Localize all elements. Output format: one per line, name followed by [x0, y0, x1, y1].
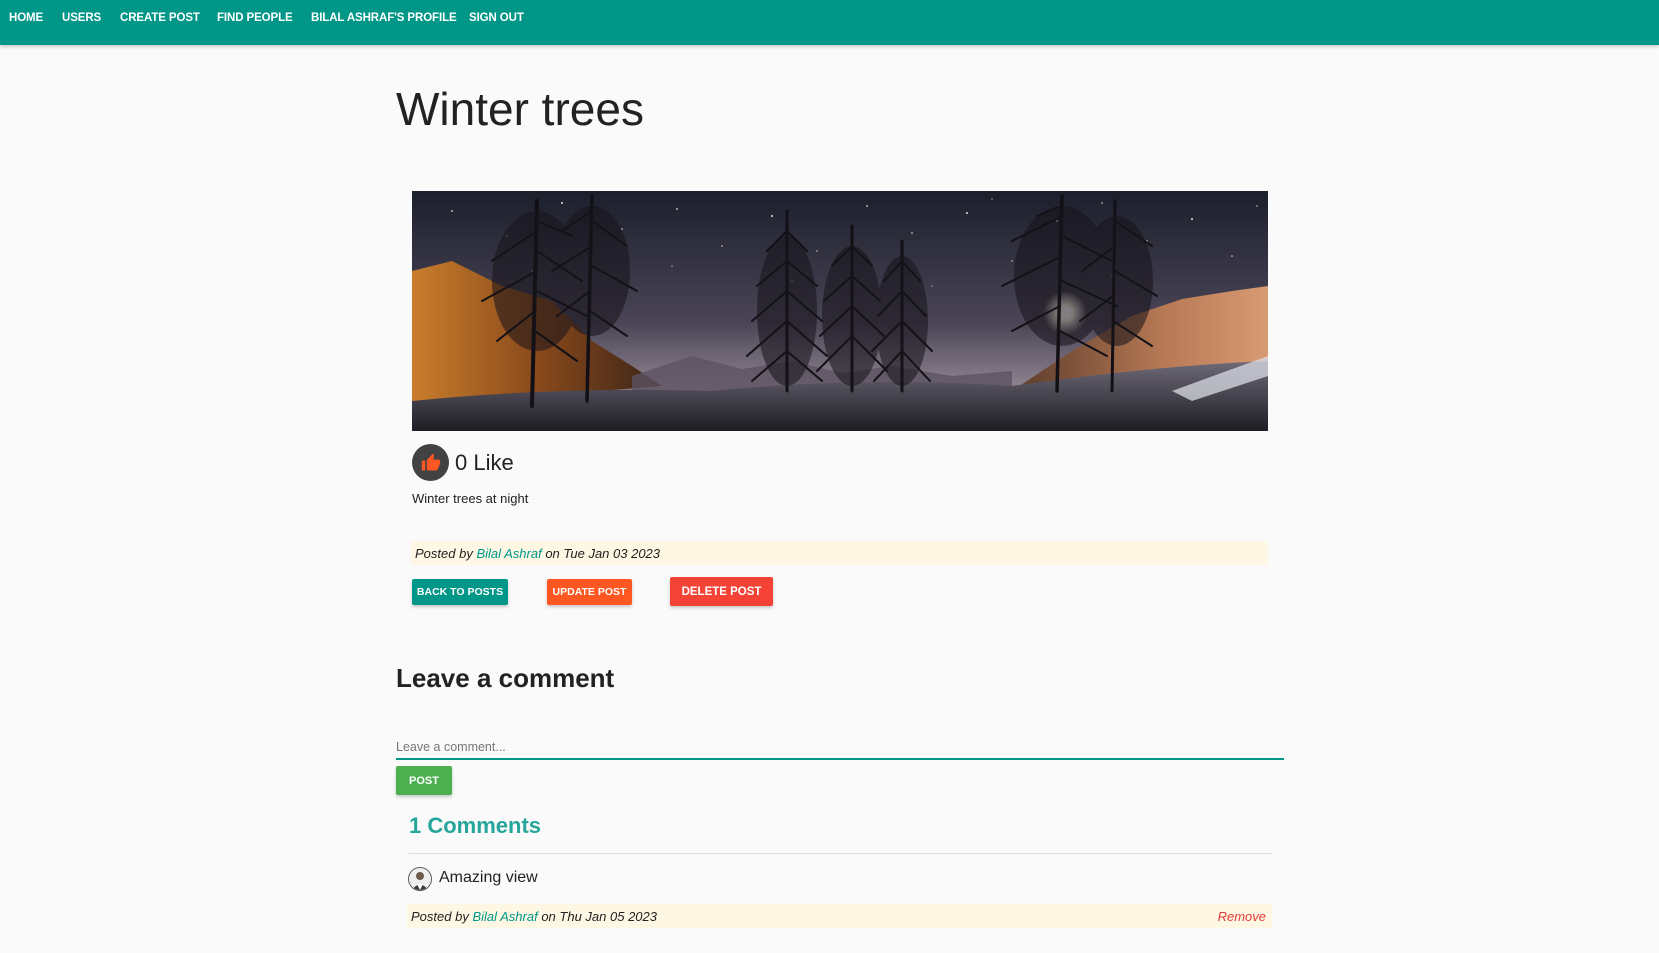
comments-divider [409, 853, 1272, 854]
meta-middle: on [541, 546, 564, 561]
post-title: Winter trees [396, 83, 644, 135]
comment-meta: Posted by Bilal Ashraf on Thu Jan 05 202… [407, 904, 1272, 928]
post-comment-button[interactable]: POST [396, 766, 452, 795]
nav-home-link[interactable]: HOME [9, 12, 43, 24]
comment-author-link[interactable]: Bilal Ashraf [472, 909, 537, 924]
user-avatar-icon [409, 868, 431, 890]
comment-avatar[interactable] [408, 867, 432, 891]
comment-text: Amazing view [439, 869, 538, 886]
like-count: 0 Like [455, 450, 514, 475]
nav-find-people-link[interactable]: FIND PEOPLE [217, 12, 293, 24]
comment-section-title: Leave a comment [396, 663, 615, 693]
comments-count: 1 Comments [409, 813, 542, 838]
post-meta: Posted by Bilal Ashraf on Tue Jan 03 202… [411, 541, 1268, 565]
update-post-button[interactable]: UPDATE POST [547, 579, 632, 605]
post-image [412, 191, 1268, 431]
nav-create-post-link[interactable]: CREATE POST [120, 12, 200, 24]
post-body: Winter trees at night [412, 491, 529, 506]
comment-meta-middle: on [537, 909, 560, 924]
post-author-link[interactable]: Bilal Ashraf [476, 546, 541, 561]
comment-input[interactable] [396, 736, 1284, 760]
like-button[interactable] [412, 444, 449, 481]
nav-users-link[interactable]: USERS [62, 12, 101, 24]
top-navbar: HOME USERS CREATE POST FIND PEOPLE BILAL… [0, 0, 1659, 45]
comment-date: Thu Jan 05 2023 [559, 909, 657, 924]
post-date: Tue Jan 03 2023 [563, 546, 661, 561]
nav-sign-out-link[interactable]: SIGN OUT [469, 12, 524, 24]
comment-meta-prefix: Posted by [411, 909, 473, 924]
meta-prefix: Posted by [415, 546, 477, 561]
thumbs-up-icon [421, 453, 440, 470]
back-to-posts-button[interactable]: BACK TO POSTS [412, 579, 508, 605]
delete-post-button[interactable]: DELETE POST [670, 577, 773, 606]
nav-profile-link[interactable]: BILAL ASHRAF'S PROFILE [311, 12, 457, 24]
remove-comment-link[interactable]: Remove [1218, 909, 1266, 924]
